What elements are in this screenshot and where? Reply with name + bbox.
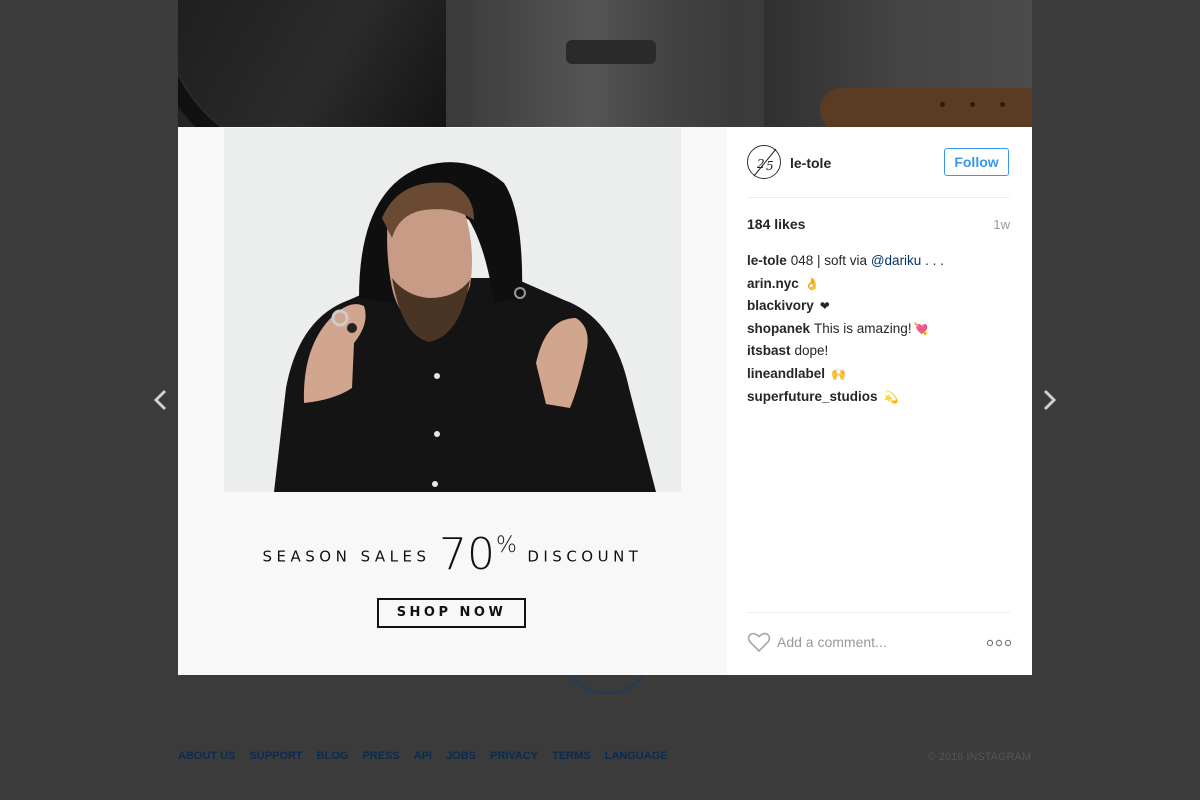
list-item: superfuture_studios 💫 xyxy=(747,387,1012,410)
comment-username[interactable]: le-tole xyxy=(747,253,787,268)
more-options-icon[interactable] xyxy=(986,636,1012,648)
list-item: lineandlabel 🙌 xyxy=(747,364,1012,387)
divider xyxy=(747,612,1010,613)
post-username[interactable]: le-tole xyxy=(790,155,831,171)
comment-input[interactable] xyxy=(777,631,967,653)
comment-username[interactable]: blackivory xyxy=(747,298,814,313)
footer-link-press[interactable]: PRESS xyxy=(362,750,399,762)
copyright: © 2016 INSTAGRAM xyxy=(927,751,1031,763)
post-sidebar: 2 5 le-tole Follow 184 likes 1w le-tole 0… xyxy=(727,127,1032,675)
post-media: SEASON SALES 70% DISCOUNT SHOP NOW xyxy=(178,127,727,675)
list-item: blackivory ❤ xyxy=(747,296,1012,319)
background-post-thumbnail xyxy=(764,0,1032,127)
footer-link-blog[interactable]: BLOG xyxy=(317,750,349,762)
background-post-thumbnail xyxy=(178,0,446,127)
heart-arrow-icon: 💘 xyxy=(913,321,929,336)
list-item: shopanek This is amazing! 💘 xyxy=(747,319,1012,342)
chevron-left-icon[interactable] xyxy=(149,388,173,412)
raised-hands-icon: 🙌 xyxy=(831,366,846,381)
likes-count[interactable]: 184 likes xyxy=(747,216,805,232)
footer-link-api[interactable]: API xyxy=(414,750,432,762)
comment-username[interactable]: superfuture_studios xyxy=(747,389,878,404)
shop-now-button[interactable]: SHOP NOW xyxy=(377,598,526,628)
list-item: itsbast dope! xyxy=(747,341,1012,364)
footer-link-support[interactable]: SUPPORT xyxy=(249,750,302,762)
avatar[interactable]: 2 5 xyxy=(747,145,781,179)
footer-nav: ABOUT US SUPPORT BLOG PRESS API JOBS PRI… xyxy=(178,750,668,762)
heart-icon: ❤ xyxy=(819,299,830,314)
divider xyxy=(747,197,1010,198)
post-modal: SEASON SALES 70% DISCOUNT SHOP NOW 2 5 l… xyxy=(178,127,1032,675)
promo-discount-value: 70% xyxy=(438,529,517,580)
footer-link-jobs[interactable]: JOBS xyxy=(446,750,476,762)
caption-ellipsis[interactable]: . . . xyxy=(925,253,944,268)
comment-text: This is amazing! xyxy=(814,320,912,336)
dizzy-icon: 💫 xyxy=(883,389,899,404)
footer-link-terms[interactable]: TERMS xyxy=(552,750,591,762)
promo-text-right: DISCOUNT xyxy=(527,547,643,566)
comment-username[interactable]: lineandlabel xyxy=(747,366,825,381)
comment-username[interactable]: arin.nyc xyxy=(747,276,799,291)
background-post-thumbnail xyxy=(471,0,739,127)
comment-username[interactable]: shopanek xyxy=(747,321,810,336)
post-photo xyxy=(224,128,681,492)
ok-hand-icon: 👌 xyxy=(804,276,820,291)
follow-button[interactable]: Follow xyxy=(944,148,1009,176)
svg-text:5: 5 xyxy=(766,159,774,173)
comment-text: dope! xyxy=(794,343,829,359)
footer-link-language[interactable]: LANGUAGE xyxy=(605,750,668,762)
caption-text: 048 | soft via xyxy=(790,253,868,268)
comment-username[interactable]: itsbast xyxy=(747,343,791,358)
chevron-right-icon[interactable] xyxy=(1037,388,1061,412)
footer-link-about-us[interactable]: ABOUT US xyxy=(178,750,235,762)
comment-list: le-tole 048 | soft via @dariku . . . arin… xyxy=(747,251,1012,409)
caption-mention[interactable]: @dariku xyxy=(871,253,921,268)
post-timestamp[interactable]: 1w xyxy=(993,217,1010,232)
list-item: arin.nyc 👌 xyxy=(747,274,1012,297)
like-heart-icon[interactable] xyxy=(747,631,771,653)
promo-text-left: SEASON SALES xyxy=(262,547,431,566)
promo-banner: SEASON SALES 70% DISCOUNT xyxy=(178,529,727,582)
caption: le-tole 048 | soft via @dariku . . . xyxy=(747,251,1012,274)
footer-link-privacy[interactable]: PRIVACY xyxy=(490,750,538,762)
